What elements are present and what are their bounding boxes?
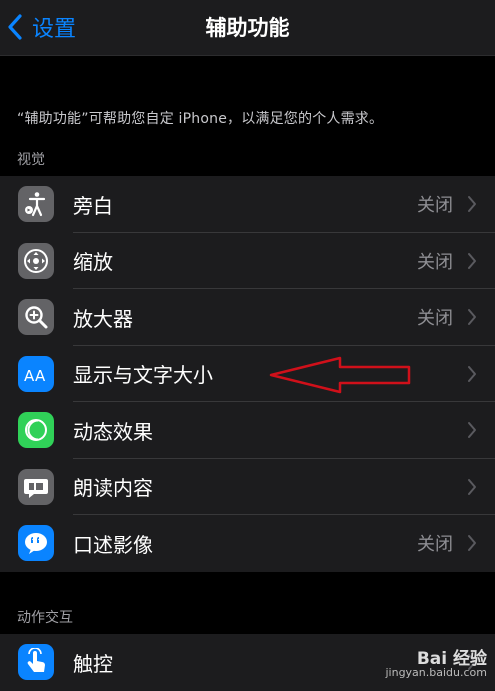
row-label: 旁白 — [73, 193, 113, 218]
chevron-right-icon — [468, 422, 476, 439]
row-label: 动态效果 — [73, 419, 153, 444]
page-title: 辅助功能 — [205, 16, 290, 40]
settings-row-zoom[interactable]: 缩放 关闭 — [0, 233, 495, 289]
row-value: 关闭 — [417, 308, 453, 330]
settings-row-spoken-content[interactable]: 朗读内容 — [0, 459, 495, 515]
chevron-right-icon — [468, 309, 476, 326]
voiceover-icon — [18, 186, 54, 223]
row-label: 显示与文字大小 — [73, 363, 213, 388]
section-header-vision: 视觉 — [17, 152, 45, 168]
settings-row-audio-description[interactable]: 口述影像 关闭 — [0, 515, 495, 572]
zoom-icon — [18, 242, 54, 279]
row-value: 关闭 — [417, 251, 453, 273]
text-size-icon: A A — [18, 355, 54, 392]
row-label: 缩放 — [73, 250, 113, 275]
row-label: 放大器 — [73, 306, 133, 331]
touch-icon — [18, 644, 54, 681]
chevron-right-icon — [468, 365, 476, 382]
intro-text: “辅助功能”可帮助您自定 iPhone，以满足您的个人需求。 — [17, 111, 384, 127]
row-label: 朗读内容 — [73, 476, 153, 501]
chevron-right-icon — [468, 478, 476, 495]
settings-row-display-text-size[interactable]: A A 显示与文字大小 — [0, 346, 495, 402]
row-value: 关闭 — [417, 195, 453, 217]
watermark-logo: Bai 经验 — [416, 649, 487, 669]
spoken-content-icon — [18, 468, 54, 505]
settings-group-vision: 旁白 关闭 缩放 关闭 放大器 关闭 A A 显示与文字大小 动态效果 朗读内容… — [0, 176, 495, 572]
row-value: 关闭 — [417, 534, 453, 556]
row-label: 口述影像 — [73, 532, 153, 557]
settings-row-voiceover[interactable]: 旁白 关闭 — [0, 176, 495, 233]
navigation-bar: 设置 辅助功能 — [0, 0, 495, 56]
motion-icon — [18, 412, 54, 449]
settings-row-magnifier[interactable]: 放大器 关闭 — [0, 289, 495, 346]
svg-text:A: A — [35, 367, 46, 385]
watermark: Bai 经验 jingyan.baidu.com — [385, 649, 487, 680]
row-label: 触控 — [73, 651, 113, 676]
settings-row-motion[interactable]: 动态效果 — [0, 402, 495, 459]
chevron-right-icon — [468, 252, 476, 269]
watermark-url: jingyan.baidu.com — [385, 666, 487, 679]
annotation-arrow-icon — [269, 356, 411, 394]
chevron-right-icon — [468, 535, 476, 552]
audio-description-icon — [18, 525, 54, 562]
chevron-right-icon — [468, 196, 476, 213]
magnifier-icon — [18, 299, 54, 336]
svg-text:A: A — [24, 367, 35, 385]
section-header-physical-motor: 动作交互 — [17, 610, 73, 626]
